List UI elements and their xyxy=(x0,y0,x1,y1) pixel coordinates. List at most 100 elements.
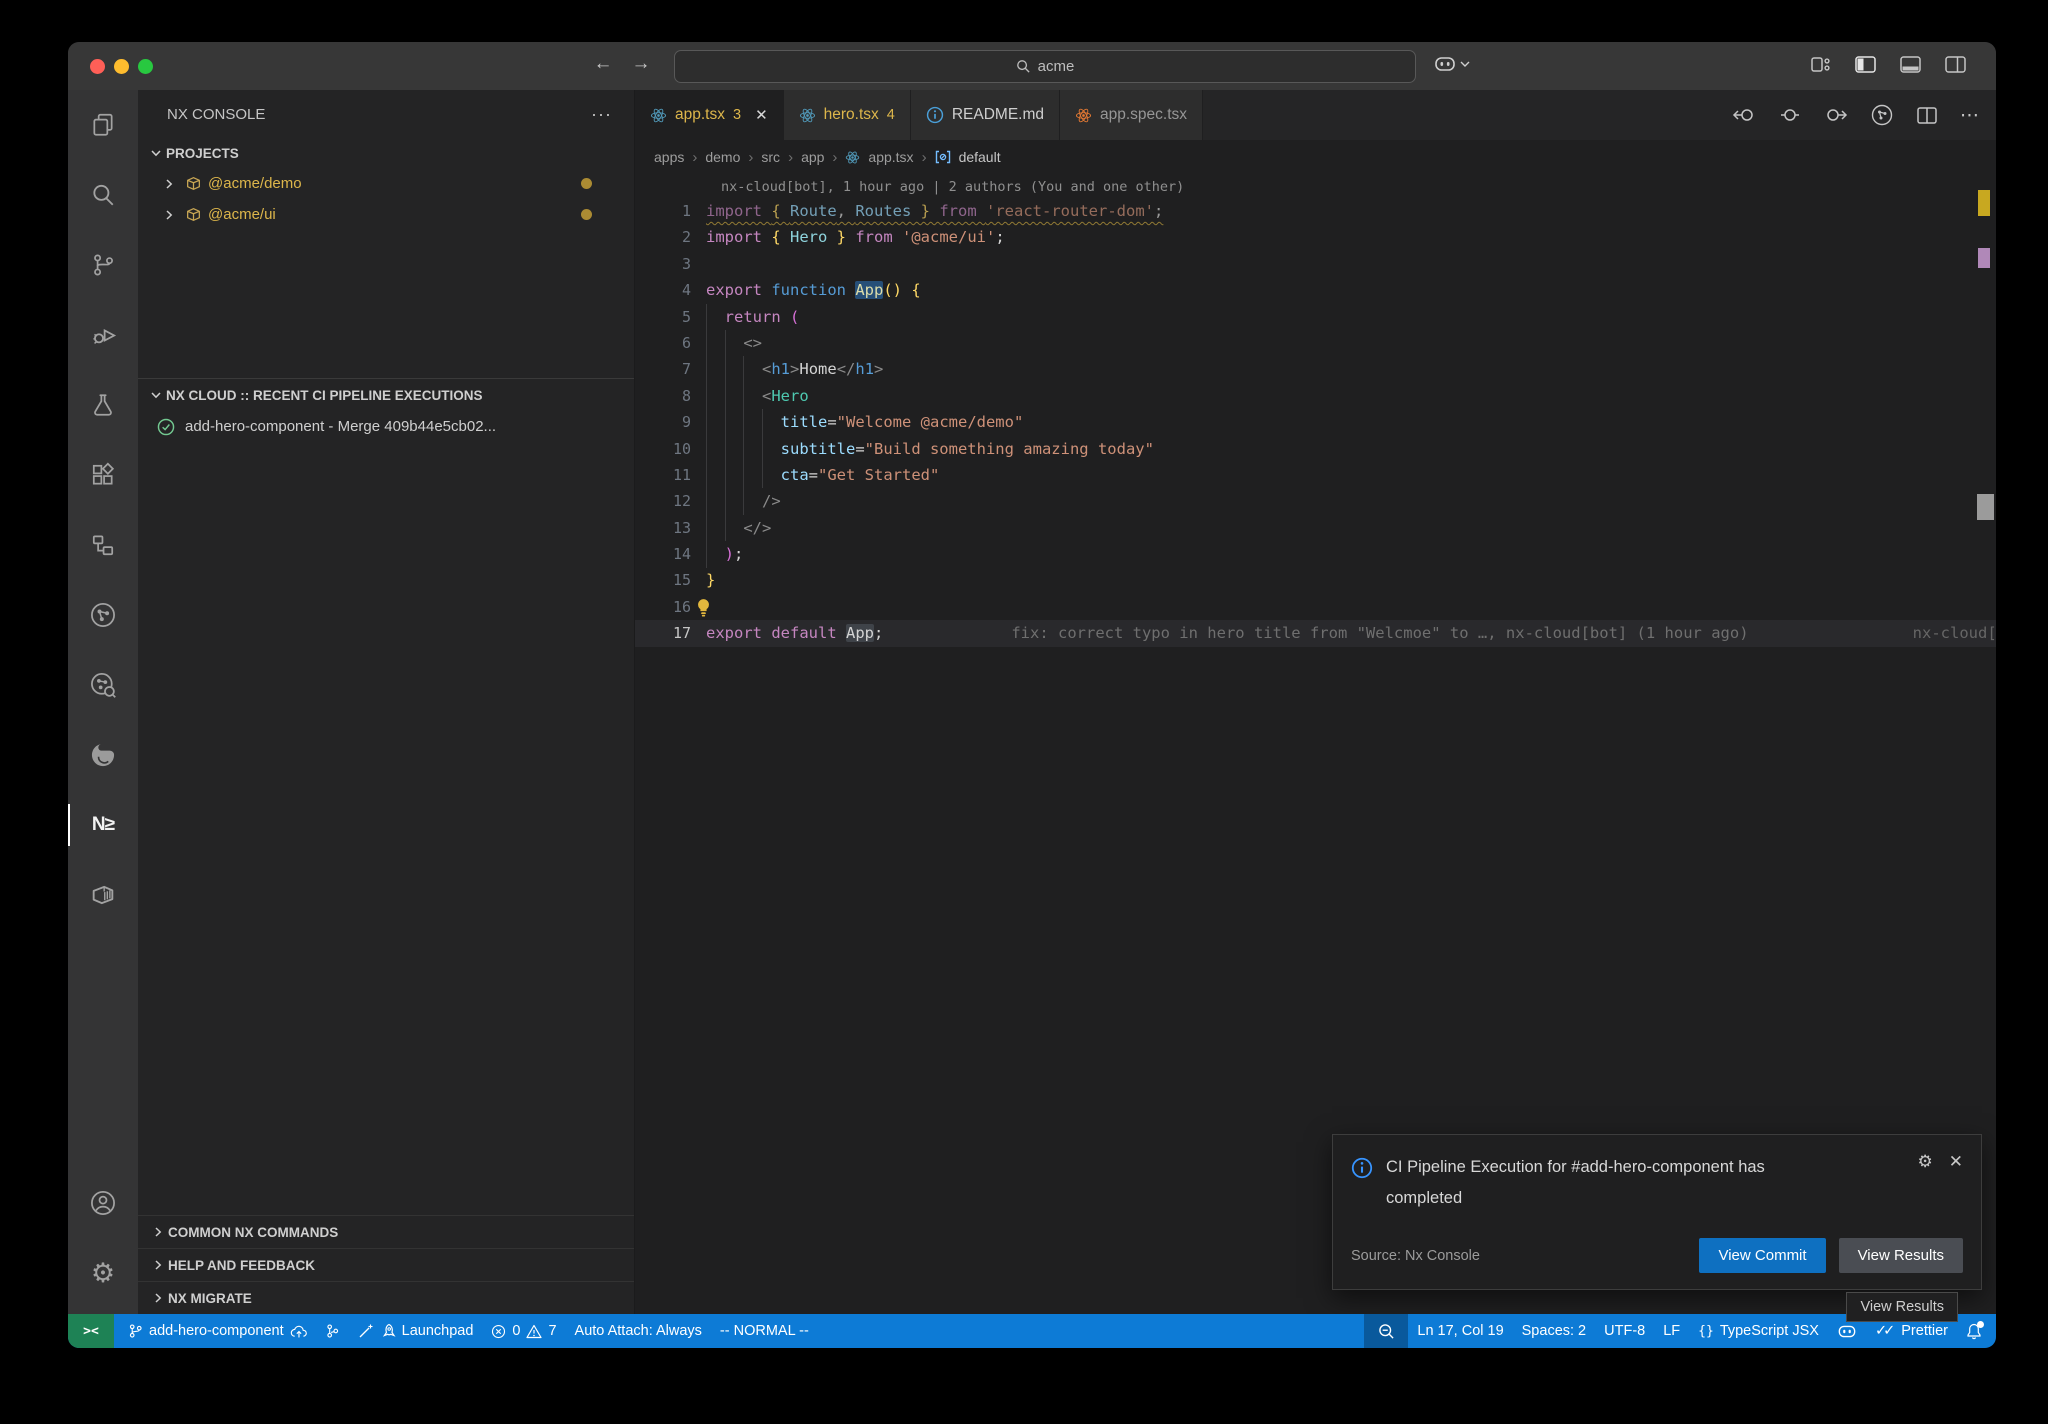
toggle-panel-icon[interactable] xyxy=(1900,56,1921,73)
line-number: 10 xyxy=(635,436,691,462)
activity-source-control[interactable] xyxy=(68,230,138,300)
breadcrumb-file[interactable]: app.tsx xyxy=(868,149,913,165)
symbol-icon xyxy=(935,150,951,164)
activity-nx-graph-search[interactable] xyxy=(68,650,138,720)
section-common-nx-commands[interactable]: COMMON NX COMMANDS xyxy=(138,1215,634,1248)
wand-icon xyxy=(358,1323,374,1339)
view-results-button[interactable]: View Results xyxy=(1839,1238,1963,1273)
account-button[interactable] xyxy=(68,1168,138,1238)
sidebar-title: NX CONSOLE xyxy=(167,106,265,123)
problems-status[interactable]: 0 7 xyxy=(482,1314,565,1348)
tab-hero-tsx[interactable]: hero.tsx 4 xyxy=(784,90,911,140)
tab-readme-md[interactable]: README.md xyxy=(911,90,1060,140)
navigate-current-icon[interactable] xyxy=(1780,106,1800,124)
section-nx-migrate[interactable]: NX MIGRATE xyxy=(138,1281,634,1314)
chevron-down-icon xyxy=(146,390,166,400)
split-editor-icon[interactable] xyxy=(1917,107,1937,124)
navigate-back-icon[interactable] xyxy=(1733,106,1757,124)
double-check-icon: ✓✓ xyxy=(1875,1323,1891,1339)
cursor-position-status[interactable]: Ln 17, Col 19 xyxy=(1408,1314,1512,1348)
breadcrumb: apps› demo› src› app› app.tsx› default xyxy=(635,140,1996,174)
tab-badge: 4 xyxy=(887,107,895,123)
eol-label: LF xyxy=(1663,1323,1680,1339)
tab-badge: 3 xyxy=(733,107,741,123)
error-icon xyxy=(491,1324,506,1339)
toggle-secondary-sidebar-icon[interactable] xyxy=(1945,56,1966,73)
eol-status[interactable]: LF xyxy=(1654,1314,1689,1348)
more-actions-icon[interactable]: ⋯ xyxy=(1960,104,1980,127)
projects-section-header[interactable]: PROJECTS xyxy=(138,138,634,168)
nx-cloud-section-header[interactable]: NX CLOUD :: RECENT CI PIPELINE EXECUTION… xyxy=(138,379,634,411)
activity-edge-tools[interactable] xyxy=(68,720,138,790)
breadcrumb-symbol[interactable]: default xyxy=(959,149,1001,165)
pipeline-execution-item[interactable]: add-hero-component - Merge 409b44e5cb02.… xyxy=(138,411,634,442)
activity-nx-project-details[interactable] xyxy=(68,510,138,580)
line-number: 9 xyxy=(635,409,691,435)
activity-nx-console[interactable]: N≥ xyxy=(68,790,138,860)
history-back-button[interactable]: ← xyxy=(590,53,616,75)
git-branch-status[interactable]: add-hero-component xyxy=(114,1314,316,1348)
history-forward-button[interactable]: → xyxy=(628,53,654,75)
project-item-acme-ui[interactable]: @acme/ui xyxy=(138,199,634,230)
encoding-status[interactable]: UTF-8 xyxy=(1595,1314,1654,1348)
project-item-acme-demo[interactable]: @acme/demo xyxy=(138,168,634,199)
breadcrumb-demo[interactable]: demo xyxy=(705,149,740,165)
nx-graph-button-icon[interactable] xyxy=(1870,103,1894,127)
command-center-search[interactable]: acme xyxy=(674,50,1416,83)
activity-run-debug[interactable] xyxy=(68,300,138,370)
react-icon-orange xyxy=(1075,107,1092,124)
tab-label: hero.tsx xyxy=(824,106,879,124)
breadcrumb-separator: › xyxy=(788,149,793,166)
braces-icon: {} xyxy=(1698,1324,1714,1339)
tab-app-tsx[interactable]: app.tsx 3 ✕ xyxy=(635,90,784,140)
activity-explorer[interactable] xyxy=(68,90,138,160)
toggle-primary-sidebar-icon[interactable] xyxy=(1855,56,1876,73)
settings-button[interactable]: ⚙ xyxy=(68,1238,138,1308)
launchpad-status[interactable]: Launchpad xyxy=(349,1314,483,1348)
indentation-status[interactable]: Spaces: 2 xyxy=(1513,1314,1596,1348)
auto-attach-label: Auto Attach: Always xyxy=(575,1323,702,1339)
vim-mode-status[interactable]: -- NORMAL -- xyxy=(711,1314,818,1348)
notification-settings-icon[interactable]: ⚙ xyxy=(1918,1152,1933,1172)
customize-layout-icon[interactable] xyxy=(1811,56,1831,73)
project-name: @acme/demo xyxy=(208,175,302,192)
notifications-status[interactable] xyxy=(1957,1314,1996,1348)
code-line-10: 10 subtitle="Build something amazing tod… xyxy=(635,436,1996,462)
remote-indicator[interactable]: >< xyxy=(68,1314,114,1348)
line-number: 2 xyxy=(635,224,691,250)
sidebar-more-actions[interactable]: ··· xyxy=(591,104,612,125)
activity-search[interactable] xyxy=(68,160,138,230)
breadcrumb-src[interactable]: src xyxy=(761,149,780,165)
chevron-right-icon[interactable] xyxy=(160,178,178,190)
auto-attach-status[interactable]: Auto Attach: Always xyxy=(566,1314,711,1348)
minimize-window-button[interactable] xyxy=(114,59,129,74)
git-graph-icon xyxy=(325,1323,340,1339)
activity-containers[interactable] xyxy=(68,860,138,930)
copilot-menu[interactable] xyxy=(1434,54,1470,74)
breadcrumb-app[interactable]: app xyxy=(801,149,824,165)
section-help-feedback[interactable]: HELP AND FEEDBACK xyxy=(138,1248,634,1281)
language-mode-status[interactable]: {} TypeScript JSX xyxy=(1689,1314,1828,1348)
project-details-icon xyxy=(90,532,116,558)
navigate-forward-icon[interactable] xyxy=(1823,106,1847,124)
notification-badge-dot xyxy=(1977,1321,1984,1328)
lightbulb-icon[interactable] xyxy=(695,598,712,617)
vscode-window: ← → acme N≥ xyxy=(68,42,1996,1348)
activity-extensions[interactable] xyxy=(68,440,138,510)
chevron-right-icon[interactable] xyxy=(160,209,178,221)
activity-testing[interactable] xyxy=(68,370,138,440)
git-graph-status[interactable] xyxy=(316,1314,349,1348)
tab-app-spec-tsx[interactable]: app.spec.tsx xyxy=(1060,90,1203,140)
close-window-button[interactable] xyxy=(90,59,105,74)
git-blame-header: nx-cloud[bot], 1 hour ago | 2 authors (Y… xyxy=(721,176,1184,198)
activity-nx-graph[interactable] xyxy=(68,580,138,650)
view-commit-button[interactable]: View Commit xyxy=(1699,1238,1825,1273)
tab-label: README.md xyxy=(952,106,1044,124)
close-tab-icon[interactable]: ✕ xyxy=(755,106,768,124)
zoom-window-button[interactable] xyxy=(138,59,153,74)
breadcrumb-apps[interactable]: apps xyxy=(654,149,684,165)
editor-actions: ⋯ xyxy=(1733,90,1980,140)
code-line-1: 1import { Route, Routes } from 'react-ro… xyxy=(635,198,1996,224)
zoom-out-segment[interactable] xyxy=(1364,1314,1408,1348)
notification-close-icon[interactable]: ✕ xyxy=(1949,1152,1963,1172)
